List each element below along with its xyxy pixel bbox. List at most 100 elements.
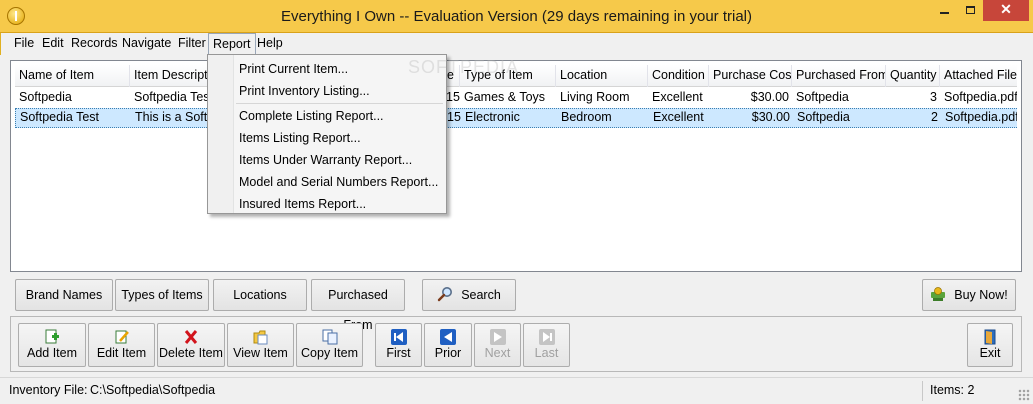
next-label: Next (484, 346, 511, 360)
edit-item-button[interactable]: Edit Item (88, 323, 155, 367)
cell-name: Softpedia Test (20, 110, 99, 124)
inventory-file-path: C:\Softpedia\Softpedia (90, 383, 216, 397)
brand-names-button[interactable]: Brand Names (15, 279, 113, 311)
copy-item-icon (322, 329, 337, 345)
column-header-quantity[interactable]: Quantity (886, 65, 940, 87)
add-item-button[interactable]: Add Item (18, 323, 86, 367)
exit-label: Exit (979, 346, 1001, 360)
menu-item-model-serial-numbers-report[interactable]: Model and Serial Numbers Report... (239, 175, 438, 189)
cell-date: 15 (447, 110, 461, 124)
inventory-file-label: Inventory File: (9, 383, 88, 397)
close-icon: ✕ (1000, 1, 1012, 17)
first-label: First (386, 346, 411, 360)
cell-condition: Excellent (653, 110, 704, 124)
copy-item-label: Copy Item (301, 346, 358, 360)
cell-purchased-from: Softpedia (797, 110, 850, 124)
locations-button[interactable]: Locations (213, 279, 307, 311)
search-button[interactable]: Search (422, 279, 516, 311)
exit-button[interactable]: Exit (967, 323, 1013, 367)
prior-label: Prior (434, 346, 462, 360)
add-item-icon (45, 329, 59, 344)
menu-records[interactable]: Records (71, 36, 118, 50)
cell-attached-file: Softpedia.pdf (944, 90, 1017, 104)
prior-record-button[interactable]: Prior (424, 323, 472, 367)
add-item-label: Add Item (26, 346, 78, 360)
cell-purchased-from: Softpedia (796, 90, 849, 104)
last-record-button[interactable]: Last (523, 323, 570, 367)
last-record-icon (538, 329, 555, 345)
report-menu-dropdown: SOFTPEDIA Print Current Item... Print In… (207, 54, 518, 214)
menu-item-print-current-item[interactable]: Print Current Item... (239, 62, 348, 76)
buy-now-label: Buy Now! (954, 288, 1008, 302)
edit-item-label: Edit Item (96, 346, 147, 360)
column-header-location[interactable]: Location (556, 65, 648, 87)
next-record-icon (489, 329, 506, 345)
last-label: Last (534, 346, 559, 360)
first-record-button[interactable]: First (375, 323, 422, 367)
inventory-table[interactable]: Name of Item Item Descripti e Type of It… (10, 60, 1022, 272)
table-row[interactable]: Softpedia Softpedia Test 15 Games & Toys… (15, 88, 1017, 108)
copy-item-button[interactable]: Copy Item (296, 323, 363, 367)
column-header-type[interactable]: Type of Item (460, 65, 556, 87)
maximize-icon (965, 6, 975, 14)
cell-purchase-cost: $30.00 (751, 110, 790, 124)
buy-now-button[interactable]: Buy Now! (922, 279, 1016, 311)
table-row-selected[interactable]: Softpedia Test This is a Softp 15 Electr… (15, 108, 1017, 128)
table-header: Name of Item Item Descripti e Type of It… (15, 65, 1017, 87)
menu-bar: File Edit Records Navigate Filter Report… (0, 33, 1033, 55)
cell-attached-file: Softpedia.pdf (945, 110, 1017, 124)
column-header-description[interactable]: Item Descripti (130, 65, 215, 87)
cell-quantity: 3 (930, 90, 937, 104)
menu-item-complete-listing-report[interactable]: Complete Listing Report... (239, 109, 384, 123)
prior-record-icon (440, 329, 456, 345)
menu-report[interactable]: Report (208, 33, 256, 55)
exit-door-icon (984, 329, 996, 345)
cell-description: Softpedia Test (134, 90, 213, 104)
delete-item-button[interactable]: Delete Item (157, 323, 225, 367)
column-header-purchased-from[interactable]: Purchased From (792, 65, 886, 87)
resize-grip[interactable] (1018, 389, 1030, 401)
window-title: Everything I Own -- Evaluation Version (… (280, 8, 753, 25)
menu-navigate[interactable]: Navigate (122, 36, 171, 50)
cell-type: Electronic (465, 110, 520, 124)
items-count: Items: 2 (930, 383, 975, 397)
view-item-button[interactable]: View Item (227, 323, 294, 367)
search-button-label: Search (461, 288, 501, 302)
view-item-icon (253, 330, 267, 345)
cell-purchase-cost: $30.00 (750, 90, 789, 104)
menu-item-items-listing-report[interactable]: Items Listing Report... (239, 131, 361, 145)
delete-icon (184, 330, 198, 344)
menu-item-print-inventory-listing[interactable]: Print Inventory Listing... (239, 84, 370, 98)
first-record-icon (390, 329, 407, 345)
filter-button-row: Brand Names Types of Items Locations Pur… (10, 276, 1022, 332)
menu-filter[interactable]: Filter (178, 36, 206, 50)
menu-file[interactable]: File (14, 36, 34, 50)
close-button[interactable]: ✕ (983, 0, 1029, 21)
next-record-button[interactable]: Next (474, 323, 521, 367)
menu-edit[interactable]: Edit (42, 36, 64, 50)
cell-condition: Excellent (652, 90, 703, 104)
cell-location: Bedroom (561, 110, 612, 124)
status-bar: Inventory File: C:\Softpedia\Softpedia I… (0, 377, 1033, 404)
column-header-name[interactable]: Name of Item (15, 65, 130, 87)
maximize-button[interactable] (957, 0, 983, 21)
menu-item-items-under-warranty-report[interactable]: Items Under Warranty Report... (239, 153, 412, 167)
menu-item-insured-items-report[interactable]: Insured Items Report... (239, 197, 366, 211)
minimize-button[interactable] (931, 0, 957, 21)
column-header-attached-file[interactable]: Attached File (940, 65, 1017, 87)
cell-name: Softpedia (19, 90, 72, 104)
cell-quantity: 2 (931, 110, 938, 124)
types-of-items-button[interactable]: Types of Items (115, 279, 209, 311)
minimize-icon (939, 12, 949, 14)
view-item-label: View Item (233, 346, 288, 360)
menu-help[interactable]: Help (257, 36, 283, 50)
column-header-date[interactable]: e (446, 65, 460, 87)
edit-item-icon (115, 330, 129, 344)
cell-type: Games & Toys (464, 90, 546, 104)
purchased-from-button[interactable]: Purchased From (311, 279, 405, 332)
menu-separator (236, 103, 443, 104)
column-header-condition[interactable]: Condition (648, 65, 709, 87)
record-toolbar: Add Item Edit Item Delete Item View Item… (10, 316, 1022, 372)
column-header-purchase-cost[interactable]: Purchase Cost (709, 65, 792, 87)
title-bar: Everything I Own -- Evaluation Version (… (0, 0, 1033, 33)
